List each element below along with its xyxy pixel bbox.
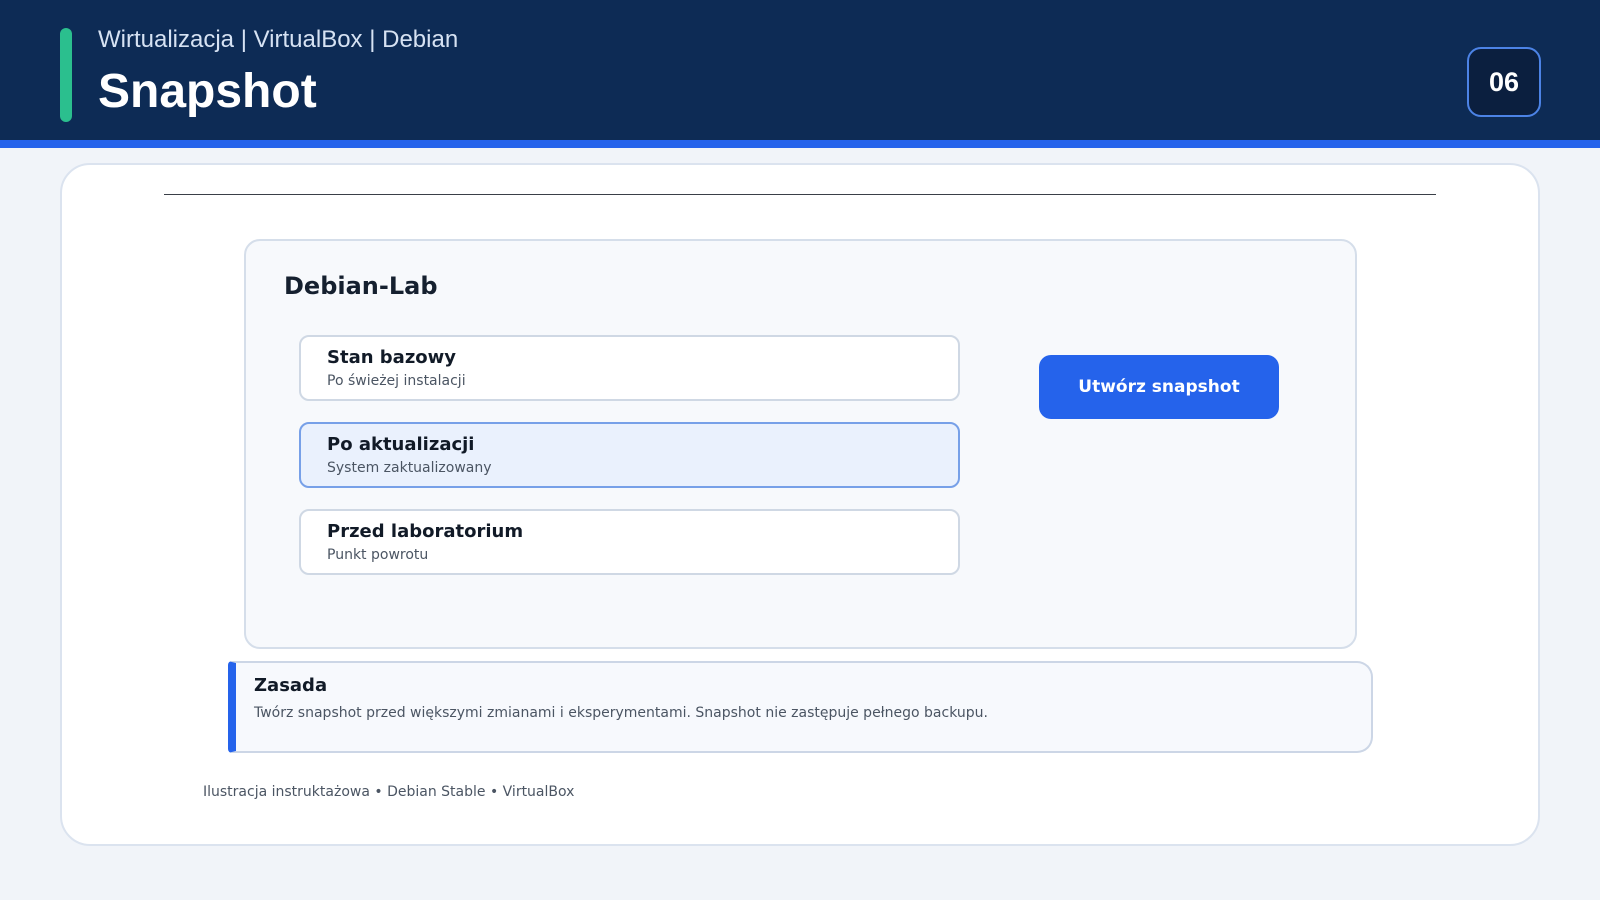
rule-text: Twórz snapshot przed większymi zmianami … xyxy=(254,705,988,721)
header-stripe xyxy=(0,140,1600,148)
footer-caption: Ilustracja instruktażowa • Debian Stable… xyxy=(203,784,575,800)
snapshot-title: Po aktualizacji xyxy=(327,434,475,455)
snapshot-item-po-aktualizacji[interactable]: Po aktualizacji System zaktualizowany xyxy=(299,422,960,488)
snapshot-title: Przed laboratorium xyxy=(327,521,524,542)
create-snapshot-button[interactable]: Utwórz snapshot xyxy=(1039,355,1279,419)
snapshot-item-stan-bazowy[interactable]: Stan bazowy Po świeżej instalacji xyxy=(299,335,960,401)
snapshot-item-przed-laboratorium[interactable]: Przed laboratorium Punkt powrotu xyxy=(299,509,960,575)
page-title: Snapshot xyxy=(98,65,317,118)
rule-title: Zasada xyxy=(254,675,328,696)
vm-name: Debian-Lab xyxy=(284,272,438,300)
snapshot-description: Punkt powrotu xyxy=(327,547,429,563)
page-number-badge: 06 xyxy=(1467,47,1541,117)
snapshot-title: Stan bazowy xyxy=(327,347,457,368)
snapshot-description: Po świeżej instalacji xyxy=(327,373,466,389)
header-subtitle: Wirtualizacja | VirtualBox | Debian xyxy=(98,26,459,53)
accent-bar xyxy=(60,28,72,122)
rule-callout: Zasada Twórz snapshot przed większymi zm… xyxy=(228,661,1373,753)
snapshot-description: System zaktualizowany xyxy=(327,460,492,476)
divider xyxy=(164,194,1436,195)
